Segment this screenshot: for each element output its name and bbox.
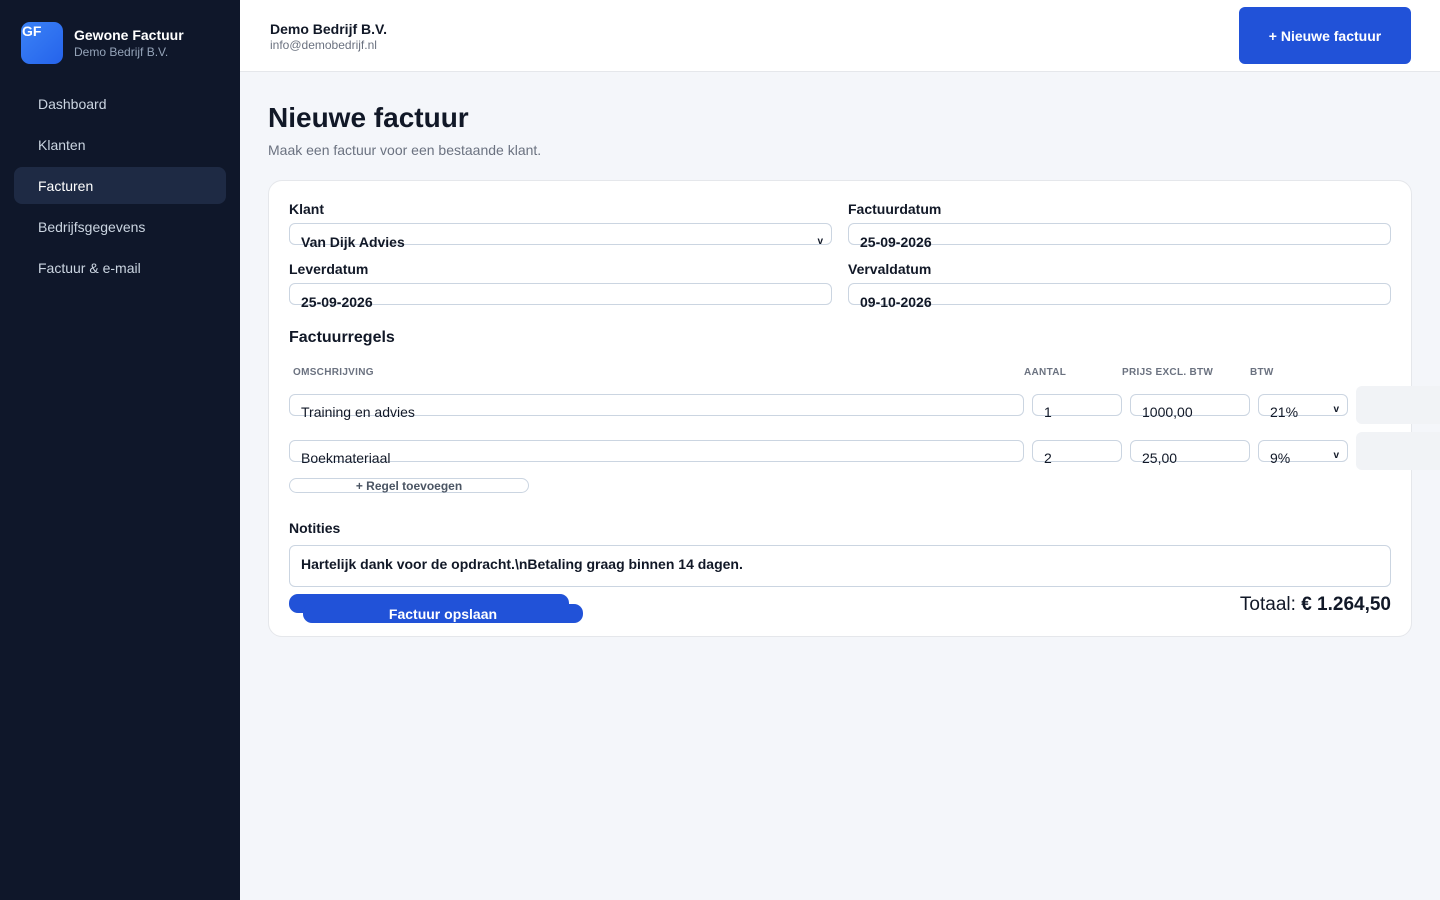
brand-logo: GF [21,22,63,64]
klant-label: Klant [289,201,324,217]
sidebar-item-bedrijfsgegevens[interactable]: Bedrijfsgegevens [14,208,226,245]
line-quantity-input[interactable]: 2 [1032,440,1122,466]
content: Nieuwe factuur Maak een factuur voor een… [240,72,1440,667]
sidebar: GF Gewone Factuur Demo Bedrijf B.V. Dash… [0,0,240,900]
leverdatum-label: Leverdatum [289,261,369,277]
sidebar-item-dashboard[interactable]: Dashboard [14,85,226,122]
vervaldatum-input[interactable]: 09-10-2026 [848,283,1391,310]
header-vat: BTW [1250,367,1274,378]
leverdatum-field-group: Leverdatum 25-09-2026 [289,261,832,310]
notes-label: Notities [289,520,341,536]
invoice-line-row: Boekmateriaal 2 25,00 9% v [289,432,1440,470]
invoice-total: Totaal: € 1.264,50 [1240,594,1391,616]
klant-field-group: Klant Van Dijk Advies v [289,201,832,250]
line-price-input[interactable]: 1000,00 [1130,394,1250,420]
invoice-line-row: Training en advies 1 1000,00 21% v [289,386,1440,424]
invoice-meta-grid: Klant Van Dijk Advies v Factuurdatum 25-… [289,201,1391,310]
notes-textarea[interactable]: Hartelijk dank voor de opdracht.\nBetali… [289,545,1391,587]
total-label: Totaal: [1239,594,1296,615]
company-email: info@demobedrijf.nl [270,37,377,52]
save-button-wrap: Factuur opslaan [289,594,589,624]
company-info: Demo Bedrijf B.V. info@demobedrijf.nl [270,20,387,52]
line-vat-select[interactable]: 21% v [1258,394,1348,420]
new-invoice-button[interactable]: + Nieuwe factuur [1239,7,1411,64]
line-description-input[interactable]: Training en advies [289,394,1024,420]
form-footer: Factuur opslaan Totaal: € 1.264,50 [289,594,1391,624]
chevron-down-icon: v [1333,404,1339,415]
sidebar-nav: Dashboard Klanten Facturen Bedrijfsgegev… [14,85,226,286]
page-subtitle: Maak een factuur voor een bestaande klan… [268,142,542,158]
klant-select-value: Van Dijk Advies [301,234,405,250]
line-quantity-input[interactable]: 1 [1032,394,1122,420]
invoice-form-card: Klant Van Dijk Advies v Factuurdatum 25-… [268,180,1440,637]
header-description: OMSCHRIJVING [293,367,374,378]
topbar: Demo Bedrijf B.V. info@demobedrijf.nl + … [240,0,1440,72]
brand-text: Gewone Factuur Demo Bedrijf B.V. [74,26,184,60]
sidebar-item-klanten[interactable]: Klanten [14,126,226,163]
factuurdatum-field-group: Factuurdatum 25-09-2026 [848,201,1391,250]
line-remove-button[interactable] [1356,432,1440,470]
factuurdatum-input[interactable]: 25-09-2026 [848,223,1391,250]
brand-subtitle: Demo Bedrijf B.V. [74,45,169,59]
line-remove-button[interactable] [1356,386,1440,424]
line-description-input[interactable]: Boekmateriaal [289,440,1024,466]
chevron-down-icon: v [817,236,823,247]
app: GF Gewone Factuur Demo Bedrijf B.V. Dash… [0,0,1440,900]
total-value: € 1.264,50 [1301,594,1391,615]
klant-select[interactable]: Van Dijk Advies v [289,223,832,250]
brand: GF Gewone Factuur Demo Bedrijf B.V. [14,20,226,84]
chevron-down-icon: v [1333,450,1339,461]
sidebar-item-facturen[interactable]: Facturen [14,167,226,204]
vervaldatum-label: Vervaldatum [848,261,932,277]
brand-title: Gewone Factuur [74,27,184,43]
main: Demo Bedrijf B.V. info@demobedrijf.nl + … [240,0,1440,900]
factuurdatum-label: Factuurdatum [848,201,942,217]
header-price: PRIJS EXCL. BTW [1122,367,1214,378]
lines-section-title: Factuurregels [289,329,395,346]
add-line-button[interactable]: + Regel toevoegen [289,478,529,493]
line-price-input[interactable]: 25,00 [1130,440,1250,466]
line-vat-select[interactable]: 9% v [1258,440,1348,466]
header-quantity: AANTAL [1024,367,1067,378]
line-vat-value: 9% [1270,450,1291,466]
vervaldatum-field-group: Vervaldatum 09-10-2026 [848,261,1391,310]
leverdatum-input[interactable]: 25-09-2026 [289,283,832,310]
company-name: Demo Bedrijf B.V. [270,20,387,37]
page-title: Nieuwe factuur [268,102,469,133]
lines-header: OMSCHRIJVING AANTAL PRIJS EXCL. BTW BTW [289,367,1391,378]
save-invoice-button[interactable]: Factuur opslaan [303,604,583,623]
line-vat-value: 21% [1270,404,1299,420]
sidebar-item-factuur-email[interactable]: Factuur & e-mail [14,249,226,286]
